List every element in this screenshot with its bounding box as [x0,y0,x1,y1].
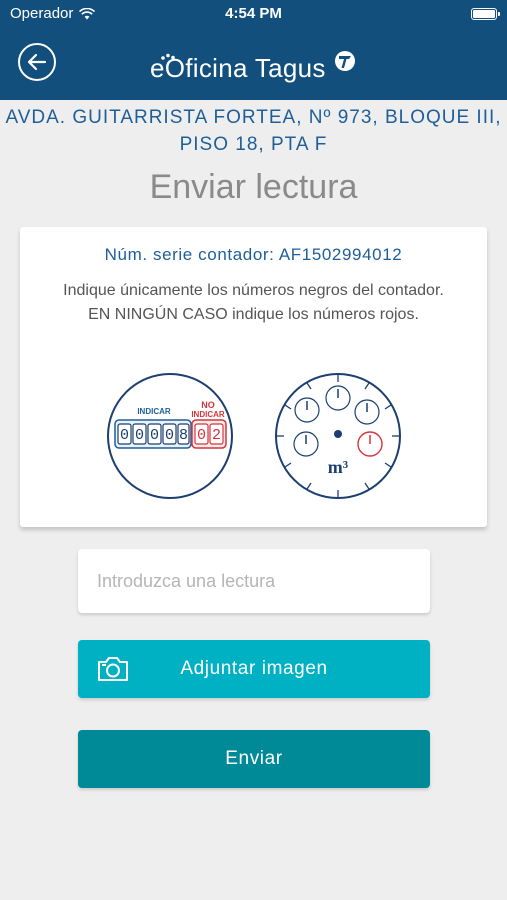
back-button[interactable] [18,43,56,81]
brand-logo: eOficina Tagus [150,50,356,86]
digit: 8 [179,427,188,444]
status-time: 4:54 PM [225,5,282,22]
meter-dials-illustration: m³ [275,373,401,499]
send-label: Enviar [225,748,283,769]
address-line-1: AVDA. GUITARRISTA FORTEA, Nº 973, BLOQUE… [5,107,502,128]
send-button[interactable]: Enviar [78,730,430,788]
no-indicar-label: INDICAR [191,410,225,419]
logo-dots-icon [161,53,175,60]
reading-instruction: Indique únicamente los números negros de… [63,282,444,323]
digit: 0 [197,427,206,444]
tagus-logo-icon [334,51,355,71]
digit: 0 [135,427,144,444]
arrow-left-icon [27,53,47,71]
battery-icon [471,8,500,20]
meter-digits-illustration: INDICAR NO INDICAR 0 0 0 0 8 0 2 [107,373,233,499]
status-bar: Operador 4:54 PM [0,0,507,28]
digit: 0 [120,427,129,444]
address-line-2: PISO 18, PTA F [179,134,328,155]
attach-image-label: Adjuntar imagen [180,658,328,679]
indicar-label: INDICAR [137,407,171,416]
camera-icon [98,657,128,681]
black-digits: 0 0 0 0 8 [117,423,190,445]
meter-info-card: Núm. serie contador: AF1502994012 Indiqu… [20,227,487,527]
page-title: Enviar lectura [149,168,358,206]
reading-input[interactable] [78,549,430,613]
digit: 0 [165,427,174,444]
no-label: NO [201,400,215,410]
digit: 2 [212,427,221,444]
address: AVDA. GUITARRISTA FORTEA, Nº 973, BLOQUE… [0,104,507,158]
attach-image-button[interactable]: Adjuntar imagen [78,640,430,698]
unit-label: m³ [328,457,349,477]
meter-serial: Núm. serie contador: AF1502994012 [104,245,403,264]
digit: 0 [150,427,159,444]
app-header: Operador 4:54 PM eOficina Tagus [0,0,507,100]
